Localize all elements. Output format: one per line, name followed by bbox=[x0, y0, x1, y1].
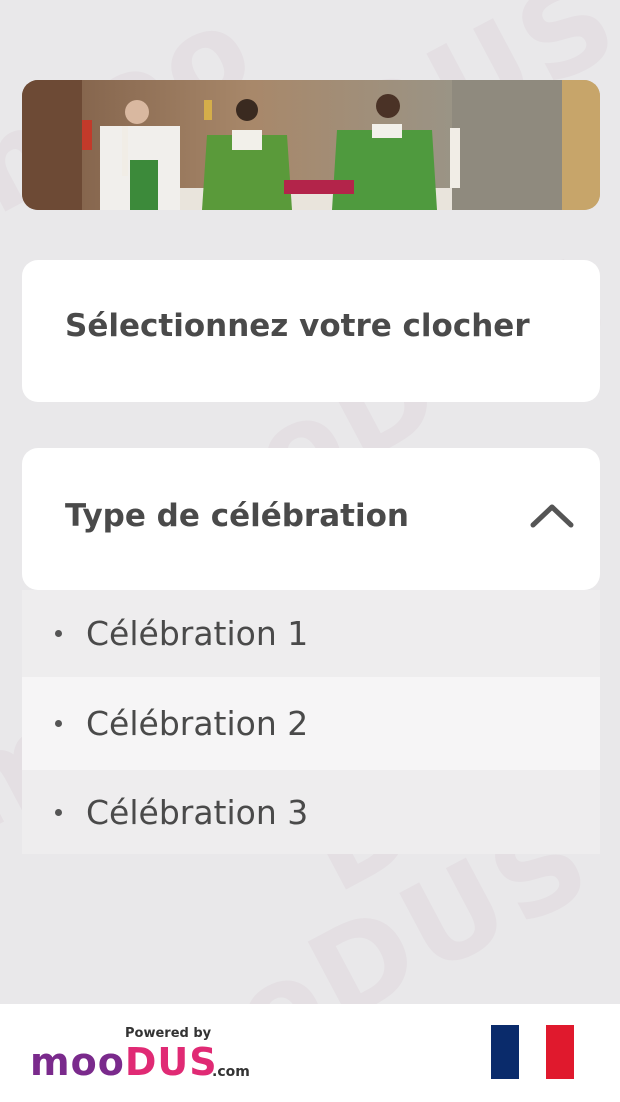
hero-photo bbox=[22, 80, 600, 210]
celebration-option-label: Célébration 2 bbox=[86, 704, 309, 743]
bullet-icon bbox=[55, 808, 62, 816]
moodus-logo-suffix: .com bbox=[212, 1064, 250, 1080]
celebration-options-list: Célébration 1 Célébration 2 Célébration … bbox=[22, 590, 600, 854]
clocher-select-title: Sélectionnez votre clocher bbox=[65, 308, 530, 344]
french-flag-icon[interactable] bbox=[491, 1025, 575, 1079]
moodus-logo-part: DUS bbox=[124, 1040, 218, 1084]
celebration-option[interactable]: Célébration 1 bbox=[22, 590, 600, 677]
moodus-logo[interactable]: mooDUS bbox=[30, 1040, 218, 1084]
celebration-option-label: Célébration 1 bbox=[86, 614, 309, 653]
flag-white-stripe bbox=[518, 1025, 547, 1079]
moodus-logo-part: moo bbox=[30, 1040, 125, 1084]
celebration-type-title: Type de célébration bbox=[65, 498, 409, 534]
flag-red-stripe bbox=[546, 1025, 575, 1079]
powered-by-label: Powered by bbox=[125, 1026, 212, 1041]
celebration-type-dropdown[interactable]: Type de célébration bbox=[22, 448, 600, 590]
clocher-select-card[interactable]: Sélectionnez votre clocher bbox=[22, 260, 600, 402]
celebration-option[interactable]: Célébration 2 bbox=[22, 677, 600, 770]
bullet-icon bbox=[55, 720, 62, 727]
bullet-icon bbox=[55, 630, 62, 637]
celebration-option-label: Célébration 3 bbox=[86, 792, 309, 832]
flag-blue-stripe bbox=[491, 1025, 519, 1079]
chevron-up-icon[interactable] bbox=[530, 502, 574, 528]
celebration-option[interactable]: Célébration 3 bbox=[22, 770, 600, 854]
